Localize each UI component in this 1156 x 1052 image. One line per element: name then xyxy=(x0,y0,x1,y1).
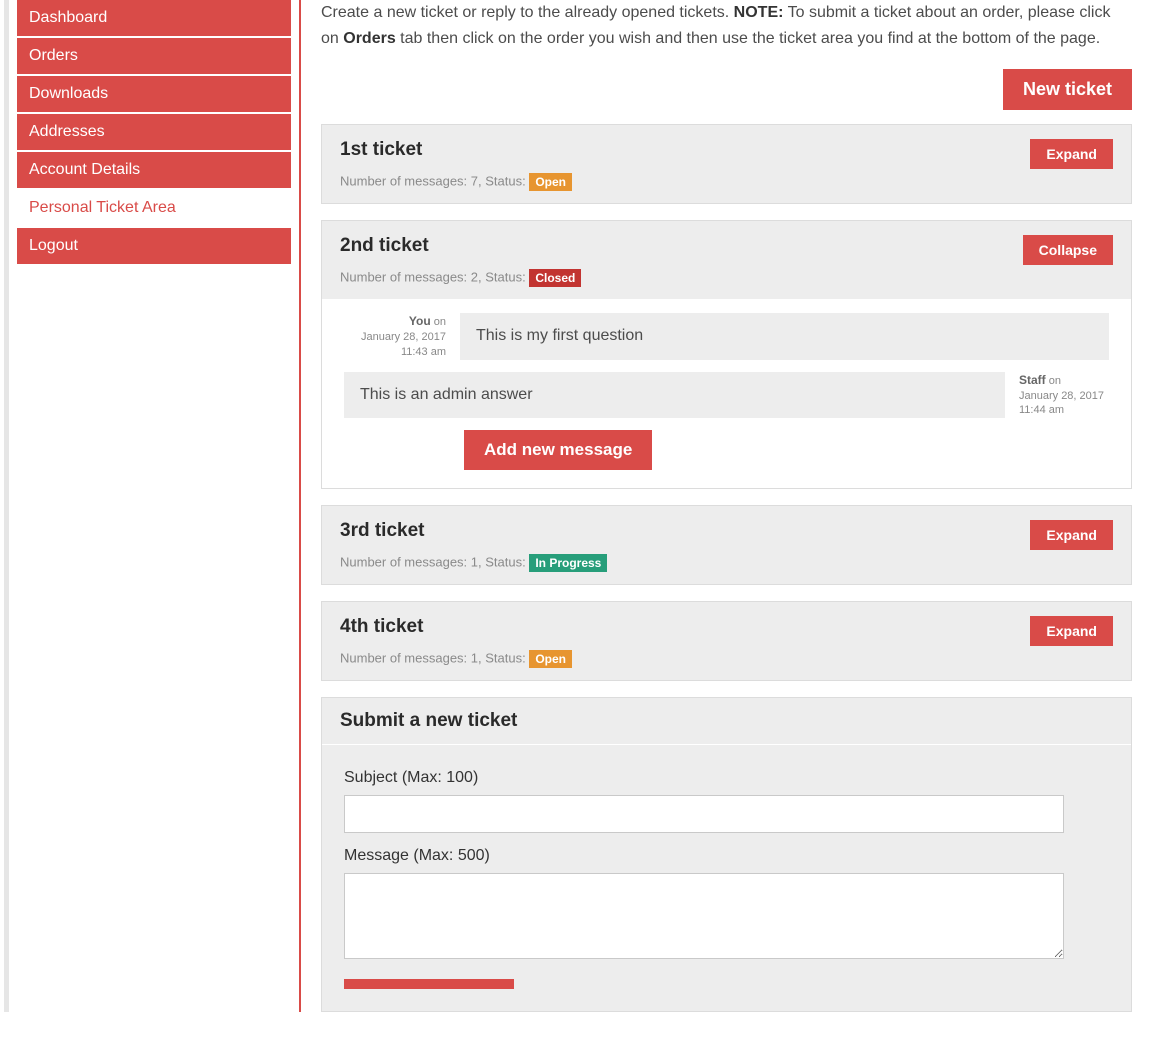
collapse-button[interactable]: Collapse xyxy=(1023,235,1113,265)
nav-personal-ticket-area[interactable]: Personal Ticket Area xyxy=(17,190,291,226)
ticket-meta: Number of messages: 2, Status: Closed xyxy=(340,269,1023,287)
message-bubble: This is an admin answer xyxy=(344,372,1005,419)
ticket-title: 1st ticket xyxy=(340,139,1030,161)
ticket-message-user: You on January 28, 2017 11:43 am This is… xyxy=(344,313,1109,360)
message-bubble: This is my first question xyxy=(460,313,1109,360)
form-title: Submit a new ticket xyxy=(322,698,1131,744)
account-nav: Dashboard Orders Downloads Addresses Acc… xyxy=(9,0,299,1012)
subject-input[interactable] xyxy=(344,795,1064,833)
expand-button[interactable]: Expand xyxy=(1030,616,1113,646)
expand-button[interactable]: Expand xyxy=(1030,139,1113,169)
expand-button[interactable]: Expand xyxy=(1030,520,1113,550)
message-textarea[interactable] xyxy=(344,873,1064,959)
nav-downloads[interactable]: Downloads xyxy=(17,76,291,112)
status-badge: Open xyxy=(529,173,572,191)
ticket-title: 3rd ticket xyxy=(340,520,1030,542)
ticket-card: 1st ticket Number of messages: 7, Status… xyxy=(321,124,1132,204)
new-ticket-button[interactable]: New ticket xyxy=(1003,69,1132,110)
ticket-meta: Number of messages: 1, Status: In Progre… xyxy=(340,554,1030,572)
subject-label: Subject (Max: 100) xyxy=(344,769,1109,787)
intro-text: Create a new ticket or reply to the alre… xyxy=(321,0,1132,51)
status-badge: Closed xyxy=(529,269,581,287)
ticket-title: 4th ticket xyxy=(340,616,1030,638)
nav-addresses[interactable]: Addresses xyxy=(17,114,291,150)
nav-dashboard[interactable]: Dashboard xyxy=(17,0,291,36)
nav-logout[interactable]: Logout xyxy=(17,228,291,264)
ticket-meta: Number of messages: 1, Status: Open xyxy=(340,650,1030,668)
ticket-card: 3rd ticket Number of messages: 1, Status… xyxy=(321,505,1132,585)
ticket-meta: Number of messages: 7, Status: Open xyxy=(340,173,1030,191)
nav-orders[interactable]: Orders xyxy=(17,38,291,74)
new-ticket-form: Submit a new ticket Subject (Max: 100) M… xyxy=(321,697,1132,1012)
ticket-title: 2nd ticket xyxy=(340,235,1023,257)
status-badge: In Progress xyxy=(529,554,607,572)
add-message-button[interactable]: Add new message xyxy=(464,430,652,470)
submit-button[interactable] xyxy=(344,979,514,989)
ticket-card: 2nd ticket Number of messages: 2, Status… xyxy=(321,220,1132,489)
ticket-area: Create a new ticket or reply to the alre… xyxy=(321,0,1152,1012)
status-badge: Open xyxy=(529,650,572,668)
message-label: Message (Max: 500) xyxy=(344,847,1109,865)
nav-account-details[interactable]: Account Details xyxy=(17,152,291,188)
ticket-message-staff: This is an admin answer Staff on January… xyxy=(344,372,1109,419)
ticket-card: 4th ticket Number of messages: 1, Status… xyxy=(321,601,1132,681)
